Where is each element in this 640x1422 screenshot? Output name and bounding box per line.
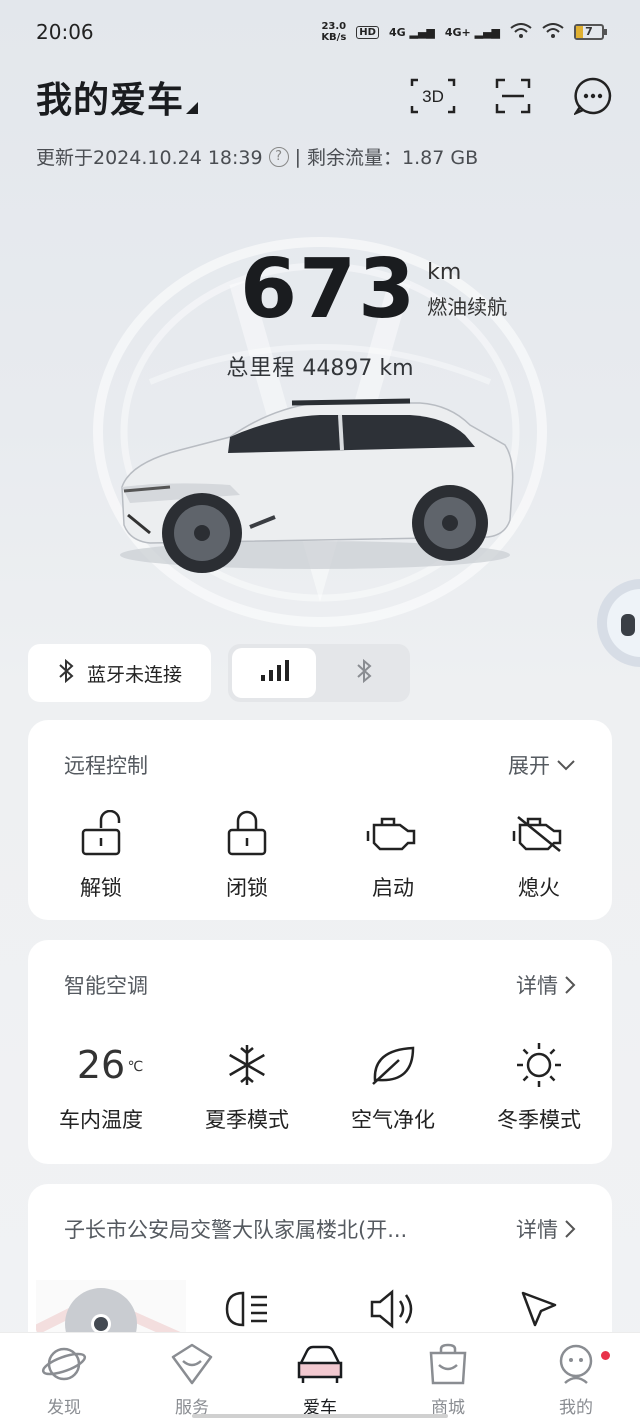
- lock-icon: [226, 806, 268, 860]
- data-remaining: 剩余流量：1.87 GB: [307, 147, 479, 169]
- bluetooth-status-label: 蓝牙未连接: [86, 663, 182, 686]
- odometer-label: 总里程: [226, 356, 296, 381]
- wifi-icon-2: [542, 22, 564, 42]
- engine-start-icon: [366, 806, 420, 860]
- scan-icon[interactable]: [490, 76, 536, 116]
- range-value: 673: [240, 242, 418, 337]
- wifi-icon: [510, 22, 532, 42]
- engine-off-button[interactable]: 熄火: [466, 806, 612, 902]
- vehicle-switch-caret-icon[interactable]: [186, 102, 199, 114]
- temperature-value: 26 ℃: [76, 1043, 144, 1087]
- unlock-icon: [80, 806, 122, 860]
- horn-button[interactable]: [320, 1282, 466, 1336]
- navigate-button[interactable]: [466, 1282, 612, 1336]
- range-label: 燃油续航: [427, 295, 508, 319]
- tab-service[interactable]: 服务: [128, 1333, 256, 1422]
- climate-title: 智能空调: [64, 974, 148, 998]
- car-icon: [295, 1343, 345, 1389]
- leaf-icon: [369, 1038, 417, 1092]
- headlight-button[interactable]: [174, 1282, 320, 1336]
- snowflake-icon: [225, 1038, 269, 1092]
- 3d-view-icon[interactable]: 3D: [410, 76, 456, 116]
- svg-text:3D: 3D: [422, 87, 444, 106]
- hd-badge: HD: [356, 25, 379, 39]
- tab-my-car[interactable]: 爱车: [256, 1333, 384, 1422]
- signal-4g-plus-icon: 4G+ ▂▄▆: [444, 25, 500, 39]
- planet-icon: [41, 1343, 87, 1389]
- bluetooth-mode-option[interactable]: [322, 648, 406, 698]
- service-icon: [169, 1343, 215, 1389]
- remote-control-title: 远程控制: [64, 754, 148, 778]
- status-icons: 23.0 KB/s HD 4G ▂▄▆ 4G+ ▂▄▆ 7: [321, 21, 607, 43]
- battery-icon: 7: [574, 24, 607, 40]
- odometer: 总里程 44897 km: [0, 350, 640, 382]
- cabin-temperature[interactable]: 26 ℃ 车内温度: [28, 1038, 174, 1134]
- bluetooth-icon: [57, 658, 75, 688]
- tab-discover[interactable]: 发现: [0, 1333, 128, 1422]
- cellular-signal-icon: [259, 660, 289, 686]
- odometer-value: 44897 km: [302, 356, 414, 381]
- bluetooth-status-chip[interactable]: 蓝牙未连接: [28, 644, 211, 702]
- home-indicator: [192, 1414, 448, 1418]
- air-purify-button[interactable]: 空气净化: [320, 1038, 466, 1134]
- tab-mine[interactable]: 我的: [512, 1333, 640, 1422]
- update-info: 更新于2024.10.24 18:39 ? | 剩余流量：1.87 GB: [36, 143, 478, 170]
- profile-icon: [553, 1343, 599, 1389]
- headlight-icon: [225, 1282, 269, 1336]
- assistant-float-button[interactable]: [596, 578, 640, 668]
- range-unit: km: [427, 260, 462, 285]
- chevron-right-icon: [565, 1220, 576, 1238]
- remote-control-card: 远程控制 展开 解锁 闭锁 启动 熄火: [28, 720, 612, 920]
- horn-icon: [370, 1282, 416, 1336]
- quick-actions-grid: [28, 1282, 612, 1336]
- remote-control-grid: 解锁 闭锁 启动 熄火: [28, 806, 612, 902]
- cellular-mode-option[interactable]: [232, 648, 316, 698]
- location-details-button[interactable]: 详情: [516, 1214, 576, 1244]
- vehicle-location: 子长市公安局交警大队家属楼北(开...: [64, 1218, 408, 1242]
- notification-dot: [601, 1351, 610, 1360]
- chevron-right-icon: [565, 976, 576, 994]
- status-bar: 20:06 23.0 KB/s HD 4G ▂▄▆ 4G+ ▂▄▆ 7: [0, 0, 640, 64]
- connection-mode-toggle[interactable]: [228, 644, 410, 702]
- unlock-button[interactable]: 解锁: [28, 806, 174, 902]
- location-card: 子长市公安局交警大队家属楼北(开... 详情: [28, 1184, 612, 1354]
- bottom-tab-bar: 发现 服务 爱车 商城 我的: [0, 1332, 640, 1422]
- header-actions: 3D: [410, 76, 616, 116]
- header: 我的爱车 3D: [36, 72, 616, 122]
- page-title[interactable]: 我的爱车: [36, 71, 184, 123]
- sun-icon: [515, 1038, 563, 1092]
- updated-time: 更新于2024.10.24 18:39: [36, 147, 263, 169]
- chevron-down-icon: [557, 760, 575, 771]
- winter-mode-button[interactable]: 冬季模式: [466, 1038, 612, 1134]
- tab-mall[interactable]: 商城: [384, 1333, 512, 1422]
- network-speed: 23.0 KB/s: [321, 21, 347, 43]
- clock: 20:06: [36, 20, 94, 44]
- shopping-bag-icon: [425, 1343, 471, 1389]
- expand-button[interactable]: 展开: [508, 750, 576, 780]
- climate-grid: 26 ℃ 车内温度 夏季模式 空气净化 冬季模式: [28, 1038, 612, 1134]
- help-icon[interactable]: ?: [268, 146, 289, 167]
- message-icon[interactable]: [570, 76, 616, 116]
- climate-card: 智能空调 详情 26 ℃ 车内温度 夏季模式 空气净化 冬季模式: [28, 940, 612, 1164]
- car-image[interactable]: [110, 395, 520, 584]
- signal-4g-icon: 4G ▂▄▆: [388, 25, 435, 39]
- bluetooth-icon: [355, 658, 373, 687]
- climate-details-button[interactable]: 详情: [516, 970, 576, 1000]
- navigate-icon: [519, 1282, 559, 1336]
- fuel-range: 673 km 燃油续航: [240, 246, 507, 334]
- summer-mode-button[interactable]: 夏季模式: [174, 1038, 320, 1134]
- engine-off-icon: [512, 806, 566, 860]
- engine-start-button[interactable]: 启动: [320, 806, 466, 902]
- lock-button[interactable]: 闭锁: [174, 806, 320, 902]
- separator: |: [294, 145, 301, 168]
